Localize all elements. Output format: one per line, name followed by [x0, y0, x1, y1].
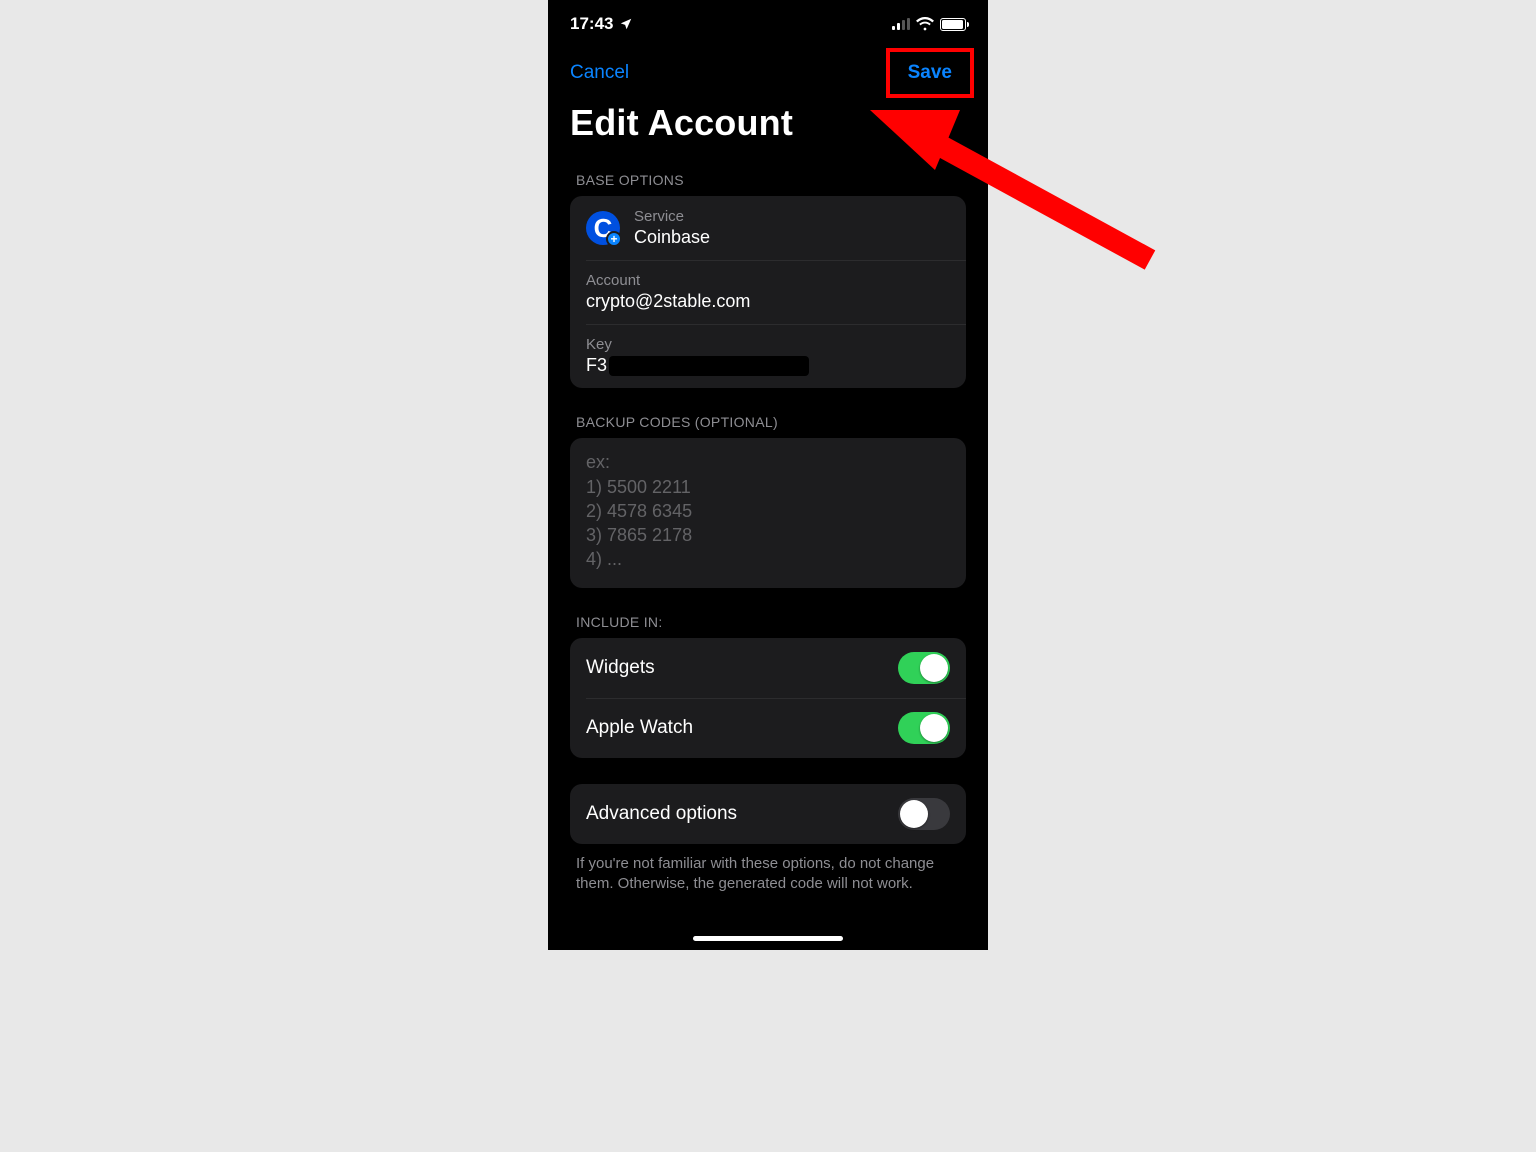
- cancel-button[interactable]: Cancel: [570, 62, 629, 84]
- section-header-backup-codes: BACKUP CODES (OPTIONAL): [548, 388, 988, 438]
- advanced-options-note: If you're not familiar with these option…: [548, 844, 988, 895]
- include-in-card: Widgets Apple Watch: [570, 638, 966, 758]
- account-row[interactable]: Account crypto@2stable.com: [570, 260, 966, 324]
- nav-bar: Cancel Save: [548, 42, 988, 100]
- account-label: Account: [586, 272, 950, 289]
- advanced-options-row: Advanced options: [570, 784, 966, 844]
- cellular-signal-icon: [892, 18, 910, 30]
- add-icon-badge: +: [606, 231, 622, 247]
- key-value-prefix: F3: [586, 355, 607, 375]
- key-value: F3: [586, 355, 950, 376]
- phone-screen: 17:43 Cancel Save Edit Account BASE OPTI…: [548, 0, 988, 950]
- account-value: crypto@2stable.com: [586, 291, 950, 312]
- apple-watch-row: Apple Watch: [570, 698, 966, 758]
- apple-watch-toggle[interactable]: [898, 712, 950, 744]
- wifi-icon: [916, 17, 934, 31]
- advanced-options-card: Advanced options: [570, 784, 966, 844]
- location-icon: [619, 17, 633, 31]
- section-header-base-options: BASE OPTIONS: [548, 158, 988, 196]
- home-indicator[interactable]: [693, 936, 843, 941]
- battery-icon: [940, 18, 966, 31]
- service-row[interactable]: C + Service Coinbase: [570, 196, 966, 260]
- backup-codes-field[interactable]: ex: 1) 5500 2211 2) 4578 6345 3) 7865 21…: [570, 438, 966, 587]
- coinbase-icon[interactable]: C +: [586, 211, 620, 245]
- key-row[interactable]: Key F3: [570, 324, 966, 388]
- section-header-include-in: INCLUDE IN:: [548, 588, 988, 638]
- status-time: 17:43: [570, 14, 613, 34]
- service-label: Service: [634, 208, 950, 225]
- apple-watch-label: Apple Watch: [586, 717, 693, 739]
- status-bar: 17:43: [548, 0, 988, 42]
- key-label: Key: [586, 336, 950, 353]
- widgets-row: Widgets: [570, 638, 966, 698]
- service-value: Coinbase: [634, 227, 950, 248]
- widgets-label: Widgets: [586, 657, 655, 679]
- base-options-card: C + Service Coinbase Account crypto@2sta…: [570, 196, 966, 388]
- widgets-toggle[interactable]: [898, 652, 950, 684]
- page-title: Edit Account: [548, 100, 988, 158]
- key-redacted-region: [609, 356, 809, 376]
- save-button[interactable]: Save: [894, 54, 966, 92]
- advanced-options-label: Advanced options: [586, 803, 737, 825]
- advanced-options-toggle[interactable]: [898, 798, 950, 830]
- backup-codes-placeholder: ex: 1) 5500 2211 2) 4578 6345 3) 7865 21…: [586, 450, 950, 571]
